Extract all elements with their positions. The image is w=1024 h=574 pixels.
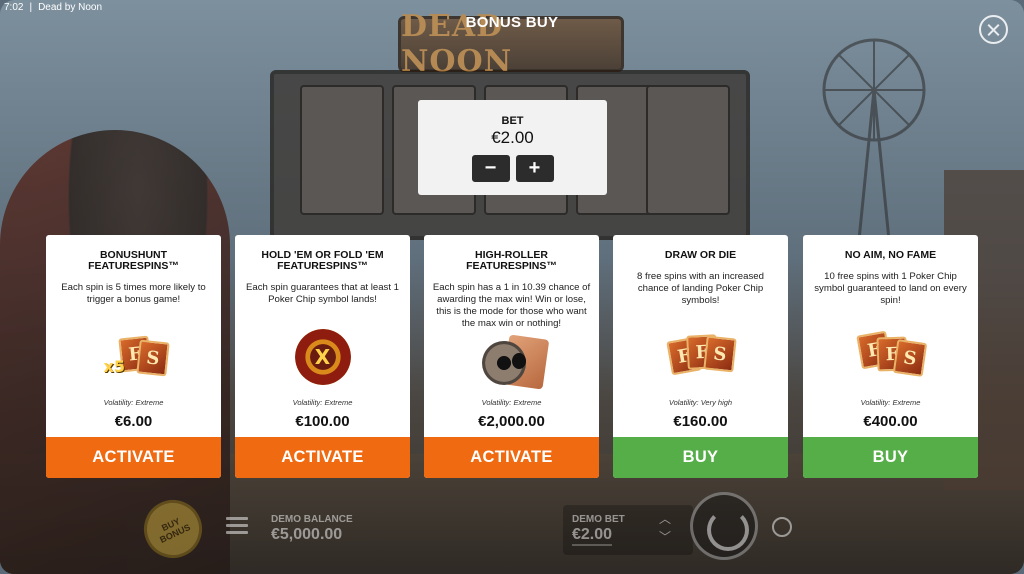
card-volatility: Volatility: Extreme: [292, 398, 353, 407]
fs-cards-icon: F F S: [851, 327, 931, 387]
card-price: €160.00: [673, 413, 728, 430]
activate-button[interactable]: ACTIVATE: [235, 437, 410, 478]
balance-value: €5,000.00: [271, 526, 343, 543]
card-price: €100.00: [295, 413, 350, 430]
bet-panel: BET €2.00 − +: [418, 100, 607, 195]
window-title: Dead by Noon: [38, 1, 103, 13]
revolver-wanted-icon: [472, 334, 552, 395]
menu-icon[interactable]: [226, 517, 248, 535]
buy-button[interactable]: BUY: [613, 437, 788, 478]
close-icon[interactable]: [979, 15, 1008, 44]
demo-bet-value: €2.00: [572, 526, 613, 546]
bonus-card-bonushunt: BONUSHUNT FEATURESPINS™ Each spin is 5 t…: [46, 235, 221, 478]
card-volatility: Volatility: Extreme: [481, 398, 542, 407]
card-price: €6.00: [114, 413, 153, 430]
bet-label: BET: [501, 115, 524, 127]
card-description: 8 free spins with an increased chance of…: [637, 271, 764, 306]
bonus-card-high-roller: HIGH-ROLLER FEATURESPINS™ Each spin has …: [424, 235, 599, 478]
card-volatility: Volatility: Extreme: [103, 398, 164, 407]
bet-up-down-icon[interactable]: ︿ ﹀: [656, 510, 674, 548]
card-title: HOLD 'EM OR FOLD 'EM FEATURESPINS™: [235, 250, 410, 272]
bonus-card-no-aim-no-fame: NO AIM, NO FAME 10 free spins with 1 Pok…: [803, 235, 978, 478]
window-titlebar: 7:02 | Dead by Noon: [0, 0, 102, 14]
bet-value: €2.00: [491, 128, 534, 147]
card-price: €400.00: [863, 413, 918, 430]
card-title: NO AIM, NO FAME: [803, 250, 978, 261]
card-title: DRAW OR DIE: [613, 250, 788, 261]
window-time: 7:02: [4, 1, 24, 13]
fs-x5-icon: F S x5: [94, 327, 174, 387]
spin-button[interactable]: [690, 492, 758, 560]
slot-reel: [300, 85, 384, 215]
card-description: 10 free spins with 1 Poker Chip symbol g…: [814, 271, 967, 306]
card-title-line1: NO AIM, NO FAME: [844, 249, 937, 261]
card-title-line2: FEATURESPINS™: [466, 260, 557, 272]
buy-bonus-label: BUY BONUS: [158, 515, 192, 545]
card-title: BONUSHUNT FEATURESPINS™: [46, 250, 221, 272]
card-volatility: Volatility: Extreme: [860, 398, 921, 407]
demo-bet-label: DEMO BET: [572, 514, 625, 525]
card-description: Each spin guarantees that at least 1 Pok…: [245, 282, 400, 305]
card-title-line2: FEATURESPINS™: [277, 260, 368, 272]
card-title-line2: FEATURESPINS™: [88, 260, 179, 272]
slot-reel: [646, 85, 730, 215]
activate-button[interactable]: ACTIVATE: [424, 437, 599, 478]
buy-button[interactable]: BUY: [803, 437, 978, 478]
activate-button[interactable]: ACTIVATE: [46, 437, 221, 478]
bonus-card-hold-em-fold-em: HOLD 'EM OR FOLD 'EM FEATURESPINS™ Each …: [235, 235, 410, 478]
card-price: €2,000.00: [478, 413, 545, 430]
card-volatility: Volatility: Very high: [668, 398, 733, 407]
increase-bet-button[interactable]: +: [515, 155, 554, 182]
card-title: HIGH-ROLLER FEATURESPINS™: [424, 250, 599, 272]
autoplay-icon[interactable]: [772, 517, 792, 537]
balance-label: DEMO BALANCE: [271, 514, 353, 525]
fs-cards-icon: F F S: [661, 327, 741, 387]
card-description: Each spin is 5 times more likely to trig…: [61, 282, 206, 305]
card-title-line1: DRAW OR DIE: [664, 249, 737, 261]
dialog-title: BONUS BUY: [465, 14, 559, 31]
decrease-bet-button[interactable]: −: [471, 155, 510, 182]
poker-chip-icon: X: [283, 327, 363, 387]
card-description: Each spin has a 1 in 10.39 chance of awa…: [432, 282, 591, 329]
bonus-card-draw-or-die: DRAW OR DIE 8 free spins with an increas…: [613, 235, 788, 478]
window-separator: |: [29, 1, 33, 13]
